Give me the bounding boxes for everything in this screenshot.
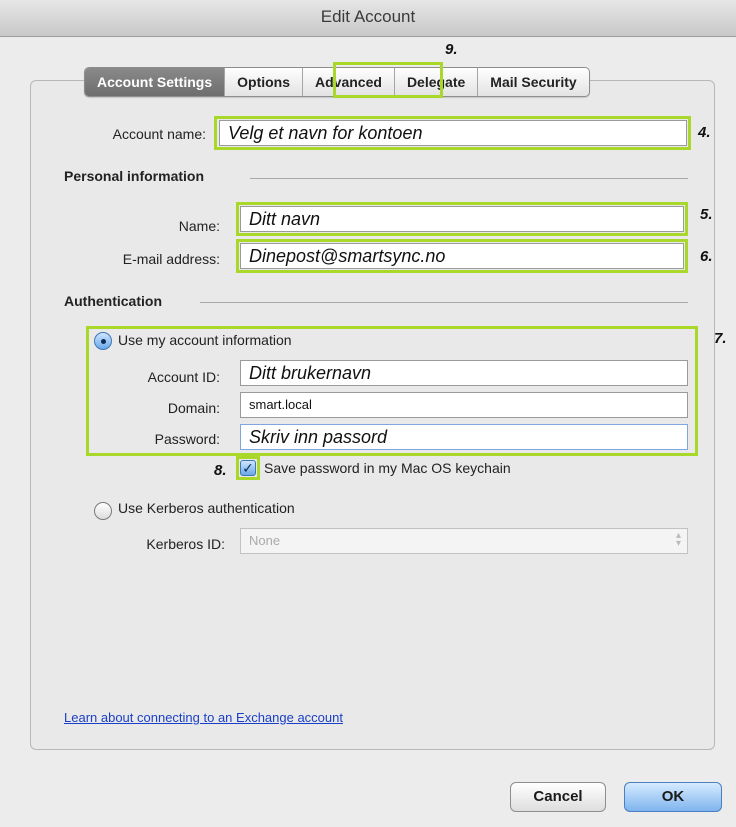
authentication-divider	[200, 302, 688, 303]
account-id-field[interactable]: Ditt brukernavn	[240, 360, 688, 386]
window-title: Edit Account	[320, 7, 416, 26]
annotation-9: 9.	[445, 41, 458, 58]
email-field[interactable]: Dinepost@smartsync.no	[240, 243, 684, 269]
tab-advanced[interactable]: Advanced	[303, 68, 395, 96]
name-label: Name:	[178, 218, 220, 234]
kerberos-id-select: None ▴ ▾	[240, 528, 688, 554]
cancel-button[interactable]: Cancel	[510, 782, 606, 812]
account-name-field[interactable]: Velg et navn for kontoen	[219, 120, 687, 146]
updown-arrows-icon: ▴ ▾	[675, 530, 681, 549]
kerberos-id-value: None	[249, 533, 281, 548]
name-field[interactable]: Ditt navn	[240, 206, 684, 232]
domain-field[interactable]: smart.local	[240, 392, 688, 418]
use-kerberos-label: Use Kerberos authentication	[118, 500, 295, 516]
annotation-7: 7.	[714, 330, 727, 347]
annotation-4: 4.	[698, 124, 711, 141]
domain-label: Domain:	[167, 400, 220, 416]
exchange-help-link[interactable]: Learn about connecting to an Exchange ac…	[64, 710, 343, 725]
tab-options[interactable]: Options	[225, 68, 304, 96]
password-label: Password:	[154, 431, 220, 447]
title-bar: Edit Account	[0, 0, 736, 37]
annotation-6: 6.	[700, 248, 713, 265]
password-field[interactable]: Skriv inn passord	[240, 424, 688, 450]
tab-mail-security[interactable]: Mail Security	[478, 68, 588, 96]
annotation-5: 5.	[700, 206, 713, 223]
use-kerberos-radio[interactable]	[94, 502, 112, 520]
tab-delegate[interactable]: Delegate	[395, 68, 479, 96]
save-password-checkbox[interactable]: ✓	[240, 460, 256, 476]
account-name-label: Account name:	[112, 126, 206, 142]
email-label: E-mail address:	[122, 251, 220, 267]
ok-button[interactable]: OK	[624, 782, 722, 812]
kerberos-id-label: Kerberos ID:	[146, 536, 225, 552]
tab-bar: Account Settings Options Advanced Delega…	[84, 67, 590, 97]
tab-account-settings[interactable]: Account Settings	[85, 68, 226, 96]
save-password-label: Save password in my Mac OS keychain	[264, 460, 511, 476]
annotation-8: 8.	[214, 462, 227, 479]
account-id-label: Account ID:	[147, 369, 220, 385]
use-account-info-radio[interactable]	[94, 332, 112, 350]
use-account-info-label: Use my account information	[118, 332, 292, 348]
personal-info-heading: Personal information	[64, 168, 205, 184]
personal-info-divider	[250, 178, 688, 179]
authentication-heading: Authentication	[64, 293, 162, 309]
